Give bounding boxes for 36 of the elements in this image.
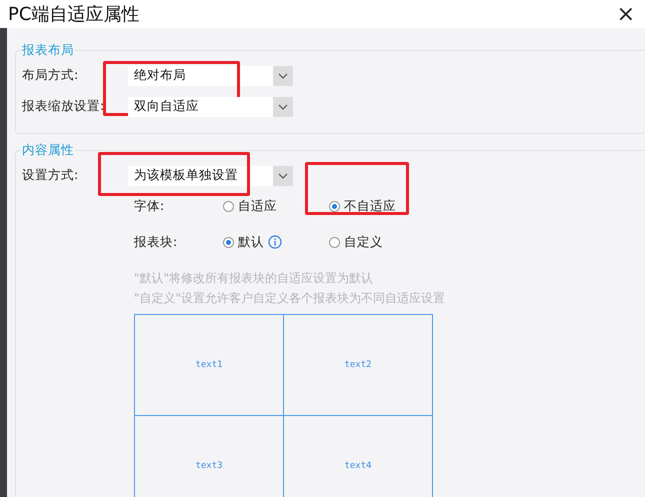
radio-button[interactable] xyxy=(223,200,234,212)
hint-text: "自定义"设置允许客户自定义各个报表块为不同自适应设置 xyxy=(134,290,446,307)
radio-button[interactable] xyxy=(329,200,340,212)
chevron-icon xyxy=(278,72,288,78)
radio-label[interactable]: 自适应 xyxy=(238,198,277,214)
block-label: text2 xyxy=(284,315,433,416)
chevron-icon xyxy=(278,172,288,178)
option-label: 字体: xyxy=(134,198,166,214)
block-label: text1 xyxy=(135,315,284,416)
dropdown-arrow-button[interactable] xyxy=(273,66,293,86)
radio-label[interactable]: 默认 xyxy=(238,234,264,250)
field-label: 报表缩放设置: xyxy=(22,98,106,115)
window-title: PC端自适应属性 xyxy=(8,3,140,26)
dropdown-value: 为该模板单独设置 xyxy=(133,167,239,184)
dropdown[interactable]: 双向自适应 xyxy=(128,96,293,116)
dropdown-arrow-button[interactable] xyxy=(273,96,293,116)
block-label: text4 xyxy=(284,416,433,497)
radio-button[interactable] xyxy=(329,236,340,248)
section-title: 报表布局 xyxy=(21,42,75,59)
section-title: 内容属性 xyxy=(21,142,75,159)
dropdown-value: 双向自适应 xyxy=(133,98,200,115)
dropdown-value: 绝对布局 xyxy=(133,67,187,84)
block-label: text3 xyxy=(135,416,284,497)
radio-label[interactable]: 自定义 xyxy=(344,234,383,250)
field-label: 布局方式: xyxy=(22,67,80,84)
hint-text: "默认"将修改所有报表块的自适应设置为默认 xyxy=(134,270,374,287)
option-label: 报表块: xyxy=(134,234,178,250)
close-button[interactable]: × xyxy=(612,2,639,26)
info-icon[interactable] xyxy=(268,235,282,249)
chevron-icon xyxy=(278,104,288,110)
dropdown[interactable]: 为该模板单独设置 xyxy=(128,166,293,186)
field-label: 设置方式: xyxy=(22,167,80,184)
radio-label[interactable]: 不自适应 xyxy=(344,198,396,214)
dropdown[interactable]: 绝对布局 xyxy=(128,66,293,86)
dropdown-arrow-button[interactable] xyxy=(273,166,293,186)
radio-button[interactable] xyxy=(223,236,234,248)
